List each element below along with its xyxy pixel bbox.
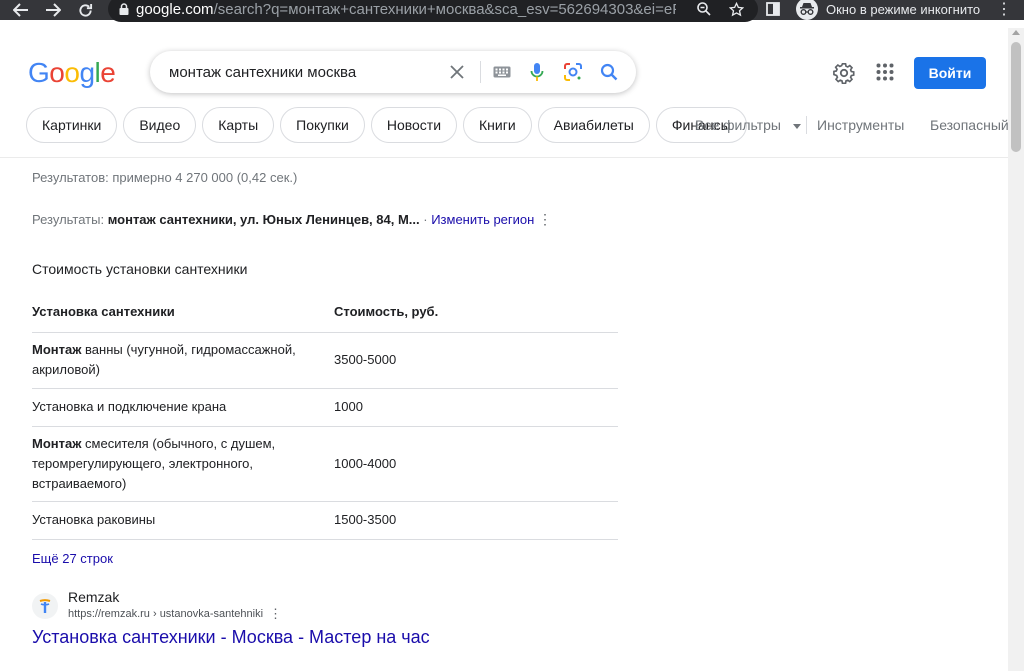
- chip-images[interactable]: Картинки: [26, 107, 118, 143]
- region-prefix: Результаты:: [32, 212, 108, 227]
- snippet-title: Стоимость установки сантехники: [32, 261, 248, 277]
- back-icon[interactable]: [10, 0, 32, 20]
- address-bar[interactable]: google.com/search?q=монтаж+сантехники+мо…: [108, 0, 758, 22]
- cell-bold: Монтаж: [32, 342, 82, 357]
- cell-text: Установка раковины: [32, 512, 156, 527]
- search-input[interactable]: [169, 62, 449, 82]
- divider: [806, 116, 807, 134]
- logo-letter: o: [64, 57, 80, 88]
- divider: [480, 61, 481, 83]
- clear-icon[interactable]: [446, 61, 468, 83]
- region-line: Результаты: монтаж сантехники, ул. Юных …: [32, 212, 534, 227]
- all-filters-dropdown[interactable]: Все фильтры: [695, 117, 801, 133]
- region-separator: ·: [419, 212, 432, 227]
- chip-books[interactable]: Книги: [463, 107, 532, 143]
- more-rows-link[interactable]: Ещё 27 строк: [32, 551, 113, 566]
- site-favicon-icon[interactable]: [32, 593, 58, 619]
- table-row: Монтаж ванны (чугунной, гидромассажной, …: [32, 332, 618, 389]
- sign-in-button[interactable]: Войти: [914, 57, 986, 89]
- zoom-icon[interactable]: [694, 0, 714, 18]
- logo-letter: o: [49, 57, 65, 88]
- filter-chips: Картинки Видео Карты Покупки Новости Кни…: [26, 107, 753, 143]
- star-icon[interactable]: [726, 0, 746, 18]
- site-url[interactable]: https://remzak.ru › ustanovka-santehniki: [68, 608, 263, 620]
- logo-letter: e: [100, 57, 116, 88]
- column-header: Установка сантехники: [32, 292, 334, 333]
- apps-grid-icon[interactable]: [876, 63, 894, 81]
- chip-news[interactable]: Новости: [370, 107, 458, 143]
- reload-icon[interactable]: [74, 0, 96, 20]
- chip-maps[interactable]: Карты: [202, 107, 275, 143]
- region-value: монтаж сантехники, ул. Юных Ленинцев, 84…: [107, 212, 420, 227]
- search-icon[interactable]: [598, 61, 620, 83]
- google-logo[interactable]: Google: [28, 57, 116, 89]
- change-region-link[interactable]: Изменить регион: [431, 212, 534, 227]
- result-stats: Результатов: примерно 4 270 000 (0,42 се…: [32, 170, 298, 185]
- table-cell: Установка раковины: [32, 501, 334, 540]
- table-cell: 1000-4000: [334, 426, 618, 502]
- incognito-indicator[interactable]: Окно в режиме инкогнито: [796, 0, 980, 21]
- chip-video[interactable]: Видео: [123, 107, 197, 143]
- keyboard-icon[interactable]: [491, 61, 513, 83]
- chip-shopping[interactable]: Покупки: [280, 107, 365, 143]
- column-header: Стоимость, руб.: [334, 292, 618, 333]
- url-host: google.com: [136, 0, 214, 18]
- table-row: Установка раковины 1500-3500: [32, 501, 618, 540]
- table-row: Монтаж смесителя (обычного, с душем, тер…: [32, 426, 618, 502]
- search-box[interactable]: [150, 51, 636, 93]
- price-table: Установка сантехники Стоимость, руб. Мон…: [32, 292, 618, 540]
- caret-down-icon: [792, 123, 801, 129]
- page-scrollbar[interactable]: [1008, 28, 1024, 671]
- table-cell: 1500-3500: [334, 501, 618, 540]
- table-row: Установка и подключение крана 1000: [32, 388, 618, 427]
- safe-search-button[interactable]: Безопасный п: [930, 117, 1020, 133]
- chip-flights[interactable]: Авиабилеты: [537, 107, 650, 143]
- result-options-icon[interactable]: ⋮: [269, 606, 282, 622]
- cell-text: Установка и подключение крана: [32, 399, 227, 414]
- browser-toolbar: google.com/search?q=монтаж+сантехники+мо…: [0, 0, 1024, 22]
- lock-icon[interactable]: [112, 3, 136, 15]
- scroll-thumb[interactable]: [1011, 42, 1021, 152]
- table-header-row: Установка сантехники Стоимость, руб.: [32, 292, 618, 333]
- side-panel-icon[interactable]: [766, 2, 782, 16]
- cell-bold: Монтаж: [32, 435, 82, 451]
- tools-button[interactable]: Инструменты: [817, 117, 904, 133]
- table-cell: Монтаж ванны (чугунной, гидромассажной, …: [32, 332, 334, 389]
- table-cell: Монтаж смесителя (обычного, с душем, тер…: [32, 426, 334, 502]
- lens-icon[interactable]: [562, 61, 584, 83]
- more-options-icon[interactable]: ⋮: [538, 211, 552, 229]
- scroll-up-icon[interactable]: [1012, 30, 1020, 35]
- table-cell: 1000: [334, 388, 618, 427]
- menu-icon[interactable]: ⋮: [996, 0, 1012, 20]
- all-filters-label: Все фильтры: [695, 117, 781, 133]
- settings-icon[interactable]: [833, 62, 855, 85]
- table-cell: 3500-5000: [334, 332, 618, 389]
- voice-search-icon[interactable]: [526, 61, 548, 83]
- site-name[interactable]: Remzak: [68, 589, 119, 605]
- incognito-label: Окно в режиме инкогнито: [826, 1, 981, 17]
- url-text[interactable]: google.com/search?q=монтаж+сантехники+мо…: [136, 1, 676, 18]
- logo-letter: G: [28, 57, 50, 88]
- result-title-link[interactable]: Установка сантехники - Москва - Мастер н…: [32, 627, 430, 648]
- url-path: /search?q=монтаж+сантехники+москва&sca_e…: [213, 0, 676, 18]
- forward-icon[interactable]: [42, 0, 64, 20]
- header-divider: [0, 157, 1008, 158]
- table-cell: Установка и подключение крана: [32, 388, 334, 427]
- logo-letter: g: [79, 57, 95, 88]
- incognito-icon: [796, 0, 818, 20]
